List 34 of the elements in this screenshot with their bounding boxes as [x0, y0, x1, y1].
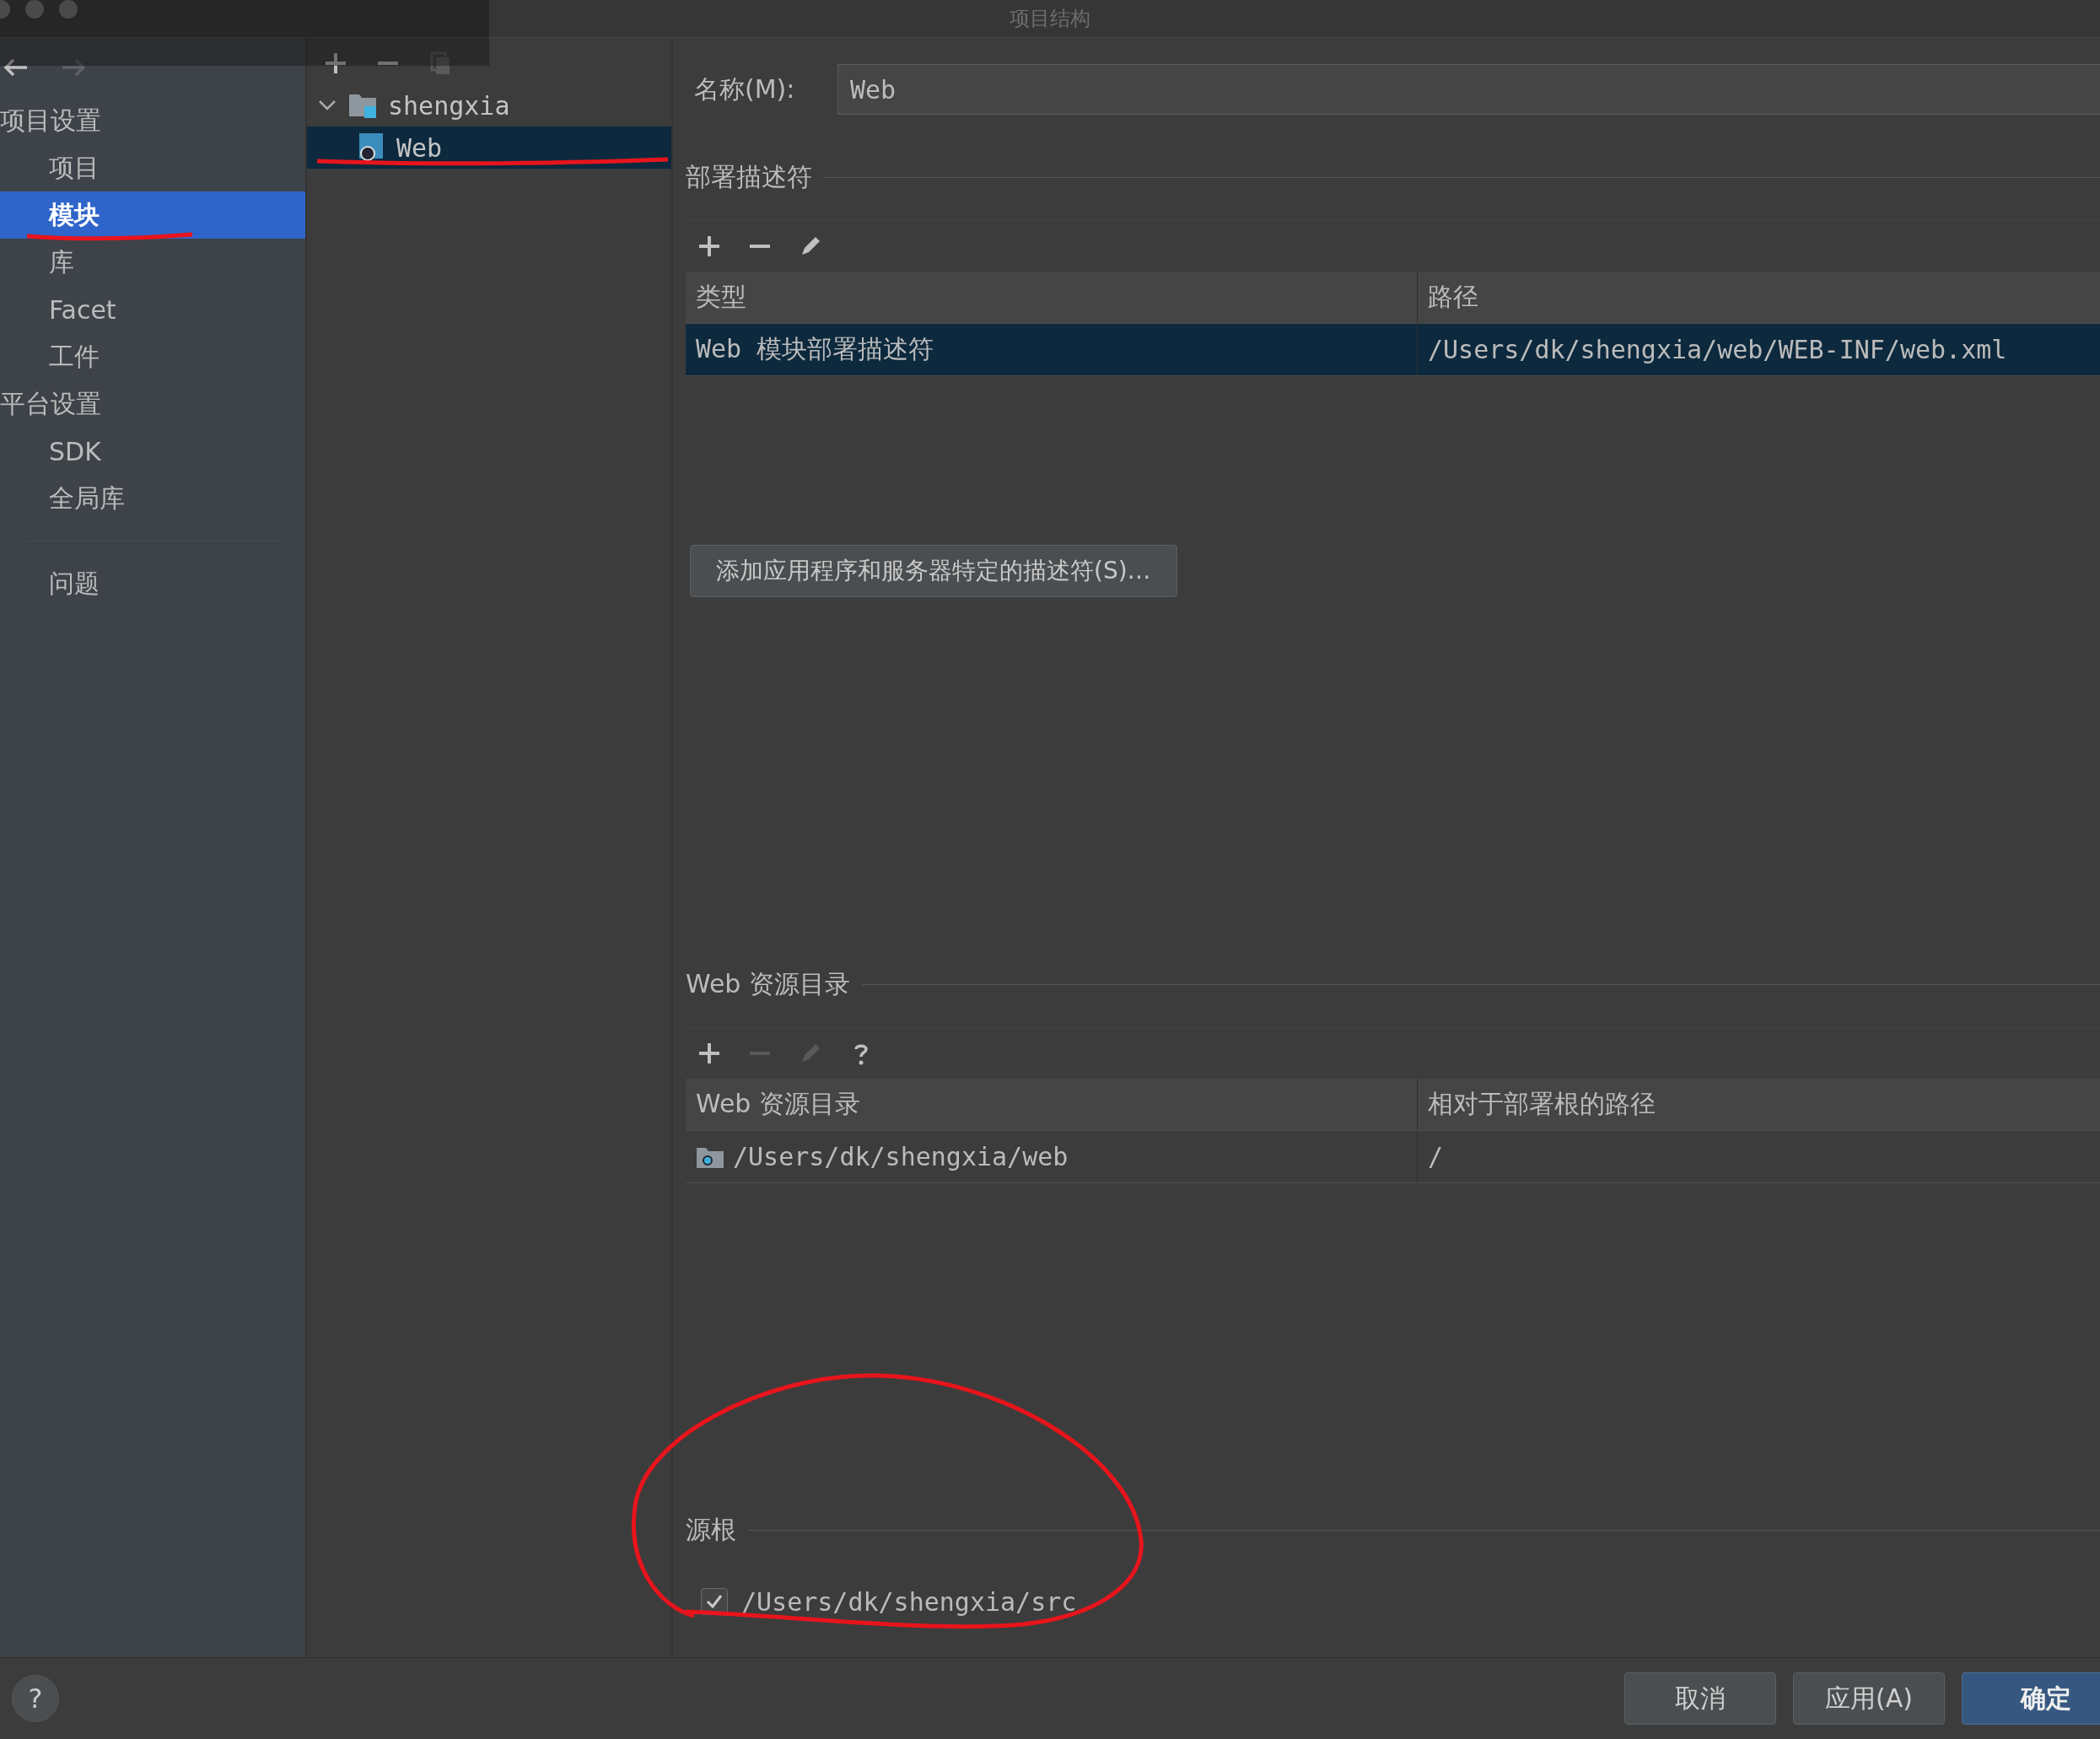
- tree-item[interactable]: shengxia: [307, 84, 671, 127]
- section-title: 部署描述符: [686, 160, 812, 193]
- ok-button[interactable]: 确定: [1962, 1672, 2100, 1725]
- help-button[interactable]: ?: [12, 1675, 59, 1722]
- sidebar-item[interactable]: 工件: [0, 333, 305, 380]
- dialog-button[interactable]: 取消: [1624, 1672, 1776, 1725]
- column-header: 类型: [686, 272, 1418, 323]
- checkbox-label: /Users/dk/shengxia/src: [741, 1586, 1077, 1617]
- sidebar-item[interactable]: 全局库: [0, 475, 305, 522]
- sidebar-item[interactable]: SDK: [0, 428, 305, 475]
- sidebar-item[interactable]: Facet: [0, 286, 305, 333]
- column-header: 路径: [1427, 281, 1479, 313]
- section-title: 源根: [686, 1513, 736, 1546]
- sidebar-heading: 平台设置: [0, 387, 102, 420]
- table-cell: Web 模块部署描述符: [686, 324, 1418, 375]
- table-cell-text: /: [1427, 1141, 1445, 1173]
- table-row[interactable]: Web 模块部署描述符 /Users/dk/shengxia/web/WEB-INF/web.xml: [686, 324, 2100, 376]
- name-field[interactable]: Web: [837, 64, 2100, 115]
- add-descriptor-button[interactable]: 添加应用程序和服务器特定的描述符(S)…: [690, 545, 1177, 597]
- column-header: 相对于部署根的路径: [1427, 1088, 1656, 1120]
- sidebar-item[interactable]: 库: [0, 239, 305, 286]
- column-header: Web 资源目录: [686, 1079, 1418, 1130]
- sidebar-item[interactable]: 项目: [0, 144, 305, 191]
- table-cell: /Users/dk/shengxia/web: [733, 1142, 1069, 1171]
- dialog-button[interactable]: 应用(A): [1793, 1672, 1945, 1725]
- sidebar-item[interactable]: 问题: [0, 560, 305, 607]
- sidebar-item[interactable]: 模块: [0, 191, 305, 239]
- section-title: Web 资源目录: [686, 967, 850, 1000]
- table-cell-text: /Users/dk/shengxia/web/WEB-INF/web.xml: [1427, 334, 2008, 366]
- window-title: 项目结构: [1010, 6, 1090, 32]
- table-row[interactable]: /Users/dk/shengxia/web /: [686, 1131, 2100, 1183]
- field-label: 名称(M):: [693, 73, 796, 105]
- tree-item[interactable]: Web: [307, 127, 671, 169]
- sidebar-heading: 项目设置: [0, 104, 102, 137]
